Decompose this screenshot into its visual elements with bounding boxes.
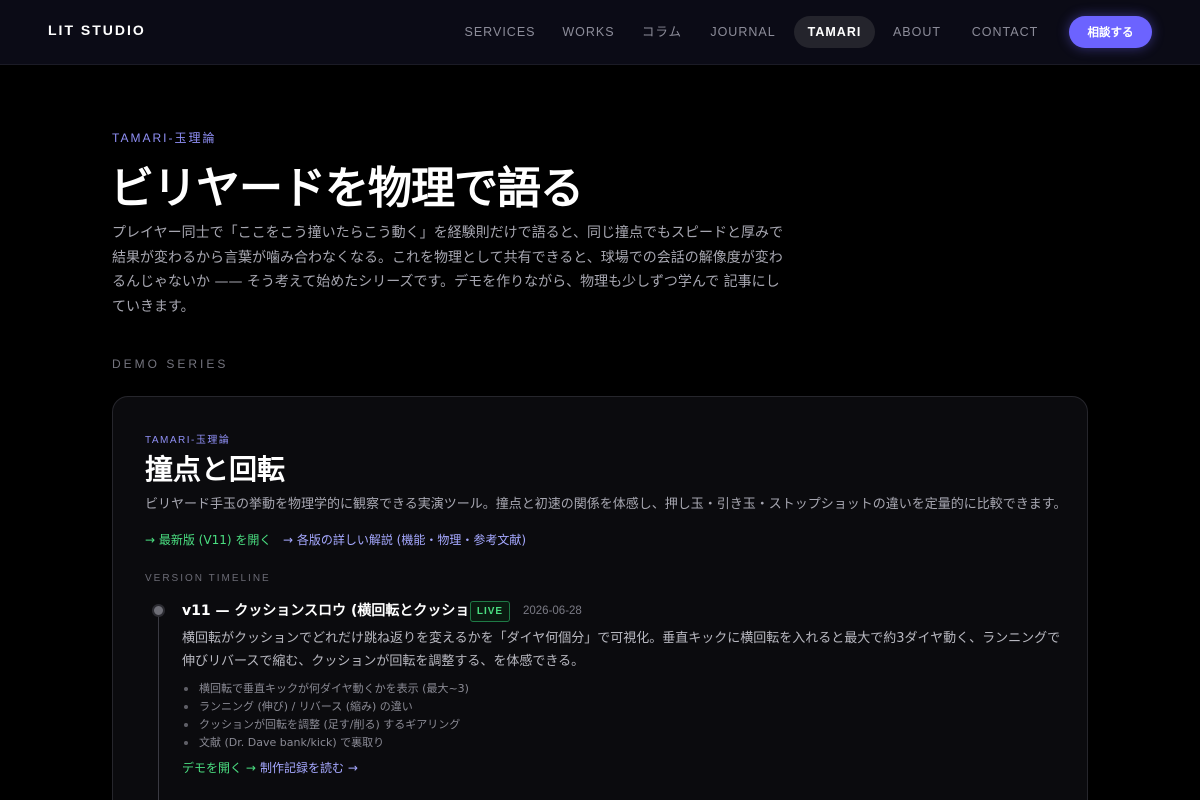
list-item: クッションが回転を調整 (足す/削る) するギアリング	[182, 716, 469, 734]
timeline-label: VERSION TIMELINE	[145, 573, 271, 584]
nav-item-services[interactable]: SERVICES	[461, 16, 539, 48]
version-details-link[interactable]: → 各版の詳しい解説 (機能・物理・参考文献)	[283, 531, 526, 548]
version-date: 2026-06-28	[523, 605, 582, 617]
section-label-demo-series: DEMO SERIES	[112, 357, 229, 371]
card-description: ビリヤード手玉の挙動を物理学的に観察できる実演ツール。撞点と初速の関係を体感し、…	[145, 497, 1067, 512]
version-description: 横回転がクッションでどれだけ跳ね返りを変えるかを「ダイヤ何個分」で可視化。垂直キ…	[182, 631, 1061, 669]
page-title: ビリヤードを物理で語る	[110, 163, 584, 214]
card-eyebrow: TAMARI-玉理論	[145, 435, 231, 446]
timeline-dot-icon	[152, 604, 165, 617]
open-latest-link[interactable]: → 最新版 (V11) を開く	[145, 531, 271, 548]
consult-button[interactable]: 相談する	[1069, 16, 1152, 48]
nav-item-about[interactable]: ABOUT	[887, 16, 947, 48]
hero-eyebrow: TAMARI-玉理論	[112, 131, 217, 145]
nav-item-tamari[interactable]: TAMARI	[794, 16, 875, 48]
list-item: 文献 (Dr. Dave bank/kick) で裏取り	[182, 734, 469, 752]
top-navbar: LIT STUDIO SERVICES WORKS コラム JOURNAL TA…	[0, 0, 1200, 65]
main-nav: SERVICES WORKS コラム JOURNAL TAMARI ABOUT …	[0, 16, 1200, 48]
nav-item-contact[interactable]: CONTACT	[965, 16, 1045, 48]
read-log-link[interactable]: 制作記録を読む →	[260, 759, 358, 776]
nav-item-works[interactable]: WORKS	[557, 16, 620, 48]
list-item: 横回転で垂直キックが何ダイヤ動くかを表示 (最大~3)	[182, 680, 469, 698]
timeline-line	[158, 612, 159, 800]
demo-card: TAMARI-玉理論 撞点と回転 ビリヤード手玉の挙動を物理学的に観察できる実演…	[112, 396, 1088, 800]
version-feature-list: 横回転で垂直キックが何ダイヤ動くかを表示 (最大~3) ランニング (伸び) /…	[182, 680, 469, 752]
hero-description: プレイヤー同士で「ここをこう撞いたらこう動く」を経験則だけで語ると、同じ撞点でも…	[112, 225, 784, 315]
nav-item-journal[interactable]: JOURNAL	[704, 16, 782, 48]
open-demo-link[interactable]: デモを開く →	[182, 759, 256, 776]
live-badge: LIVE	[470, 601, 510, 622]
nav-item-column[interactable]: コラム	[638, 16, 686, 48]
version-title: v11 — クッションスロウ (横回転とクッション)	[182, 603, 490, 619]
card-title: 撞点と回転	[145, 453, 286, 486]
list-item: ランニング (伸び) / リバース (縮み) の違い	[182, 698, 469, 716]
